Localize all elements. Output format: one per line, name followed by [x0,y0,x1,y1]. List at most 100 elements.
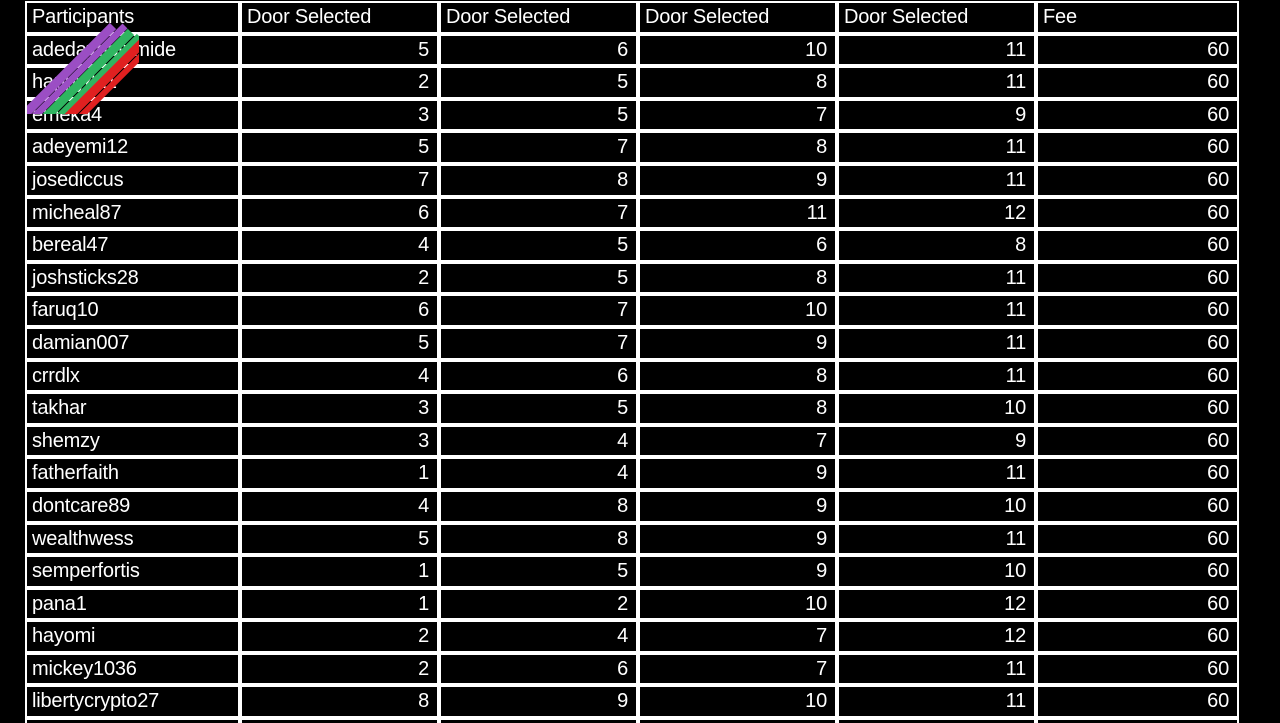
door-selected-cell-4[interactable]: 12 [837,587,1036,621]
door-selected-cell-1[interactable]: 3 [240,392,439,425]
fee-cell[interactable]: 60 [1036,457,1239,490]
participant-name-cell[interactable]: practicaleric [25,718,240,723]
participant-name-cell[interactable]: joshsticks28 [25,261,240,295]
door-selected-cell-2[interactable]: 5 [439,718,638,723]
door-selected-cell-4[interactable]: 9 [837,424,1036,458]
door-selected-cell-2[interactable]: 9 [439,685,638,719]
door-selected-cell-2[interactable]: 4 [439,424,638,458]
door-selected-cell-3[interactable]: 6 [638,229,837,262]
door-selected-cell-3[interactable]: 10 [638,294,837,327]
door-selected-cell-2[interactable]: 5 [439,229,638,262]
door-selected-cell-4[interactable]: 12 [837,620,1036,653]
door-selected-cell-2[interactable]: 7 [439,131,638,164]
door-selected-cell-4[interactable]: 10 [837,392,1036,425]
column-header-door-selected-2[interactable]: Door Selected [439,1,638,34]
door-selected-cell-3[interactable]: 8 [638,359,837,393]
door-selected-cell-1[interactable]: 2 [240,620,439,653]
door-selected-cell-2[interactable]: 6 [439,33,638,67]
door-selected-cell-3[interactable]: 9 [638,555,837,588]
door-selected-cell-1[interactable]: 7 [240,163,439,197]
door-selected-cell-4[interactable]: 11 [837,131,1036,164]
door-selected-cell-1[interactable]: 2 [240,652,439,686]
participant-name-cell[interactable]: adedayoolumide [25,33,240,67]
door-selected-cell-1[interactable]: 1 [240,587,439,621]
door-selected-cell-1[interactable]: 4 [240,229,439,262]
door-selected-cell-3[interactable]: 7 [638,620,837,653]
fee-cell[interactable]: 60 [1036,489,1239,523]
door-selected-cell-2[interactable]: 5 [439,98,638,132]
door-selected-cell-3[interactable]: 9 [638,163,837,197]
fee-cell[interactable]: 60 [1036,652,1239,686]
door-selected-cell-3[interactable]: 7 [638,652,837,686]
door-selected-cell-2[interactable]: 4 [439,457,638,490]
door-selected-cell-4[interactable]: 8 [837,229,1036,262]
door-selected-cell-2[interactable]: 7 [439,196,638,230]
fee-cell[interactable]: 60 [1036,587,1239,621]
participant-name-cell[interactable]: damian007 [25,326,240,360]
door-selected-cell-4[interactable]: 11 [837,326,1036,360]
door-selected-cell-3[interactable]: 7 [638,424,837,458]
participant-name-cell[interactable]: libertycrypto27 [25,685,240,719]
door-selected-cell-4[interactable]: 9 [837,98,1036,132]
door-selected-cell-3[interactable]: 9 [638,489,837,523]
fee-cell[interactable]: 60 [1036,685,1239,719]
fee-cell[interactable]: 60 [1036,555,1239,588]
fee-cell[interactable]: 60 [1036,326,1239,360]
door-selected-cell-2[interactable]: 5 [439,555,638,588]
fee-cell[interactable]: 60 [1036,392,1239,425]
participant-name-cell[interactable]: bereal47 [25,229,240,262]
participant-name-cell[interactable]: faruq10 [25,294,240,327]
door-selected-cell-3[interactable]: 9 [638,326,837,360]
door-selected-cell-4[interactable]: 10 [837,555,1036,588]
door-selected-cell-1[interactable]: 1 [240,457,439,490]
participant-name-cell[interactable]: adeyemi12 [25,131,240,164]
door-selected-cell-4[interactable]: 11 [837,66,1036,99]
column-header-fee[interactable]: Fee [1036,1,1239,34]
door-selected-cell-4[interactable]: 11 [837,33,1036,67]
door-selected-cell-2[interactable]: 8 [439,522,638,556]
door-selected-cell-2[interactable]: 8 [439,163,638,197]
participant-name-cell[interactable]: fatherfaith [25,457,240,490]
door-selected-cell-2[interactable]: 6 [439,359,638,393]
door-selected-cell-4[interactable]: 11 [837,685,1036,719]
participant-name-cell[interactable]: semperfortis [25,555,240,588]
door-selected-cell-4[interactable]: 11 [837,457,1036,490]
door-selected-cell-2[interactable]: 8 [439,489,638,523]
door-selected-cell-4[interactable]: 11 [837,522,1036,556]
door-selected-cell-3[interactable]: 9 [638,457,837,490]
fee-cell[interactable]: 60 [1036,620,1239,653]
door-selected-cell-3[interactable]: 7 [638,98,837,132]
participant-name-cell[interactable]: emeka4 [25,98,240,132]
door-selected-cell-4[interactable]: 11 [837,652,1036,686]
door-selected-cell-2[interactable]: 7 [439,294,638,327]
fee-cell[interactable]: 60 [1036,98,1239,132]
column-header-door-selected-3[interactable]: Door Selected [638,1,837,34]
door-selected-cell-1[interactable]: 5 [240,33,439,67]
door-selected-cell-2[interactable]: 6 [439,652,638,686]
door-selected-cell-4[interactable]: 11 [837,163,1036,197]
door-selected-cell-1[interactable]: 2 [240,66,439,99]
door-selected-cell-1[interactable]: 6 [240,196,439,230]
fee-cell[interactable]: 60 [1036,66,1239,99]
door-selected-cell-1[interactable]: 5 [240,326,439,360]
fee-cell[interactable]: 60 [1036,33,1239,67]
participant-name-cell[interactable]: micheal87 [25,196,240,230]
door-selected-cell-4[interactable]: 11 [837,261,1036,295]
door-selected-cell-3[interactable]: 9 [638,522,837,556]
participant-name-cell[interactable]: takhar [25,392,240,425]
door-selected-cell-4[interactable]: 11 [837,359,1036,393]
door-selected-cell-2[interactable]: 5 [439,261,638,295]
door-selected-cell-1[interactable]: 5 [240,131,439,164]
door-selected-cell-3[interactable]: 8 [638,131,837,164]
door-selected-cell-4[interactable]: 11 [837,294,1036,327]
participant-name-cell[interactable]: wealthwess [25,522,240,556]
door-selected-cell-3[interactable]: 10 [638,587,837,621]
fee-cell[interactable]: 60 [1036,229,1239,262]
door-selected-cell-3[interactable]: 11 [638,196,837,230]
participant-name-cell[interactable]: mickey1036 [25,652,240,686]
fee-cell[interactable]: 60 [1036,261,1239,295]
fee-cell[interactable]: 60 [1036,131,1239,164]
door-selected-cell-4[interactable]: 11 [837,718,1036,723]
door-selected-cell-1[interactable]: 2 [240,261,439,295]
fee-cell[interactable]: 60 [1036,294,1239,327]
